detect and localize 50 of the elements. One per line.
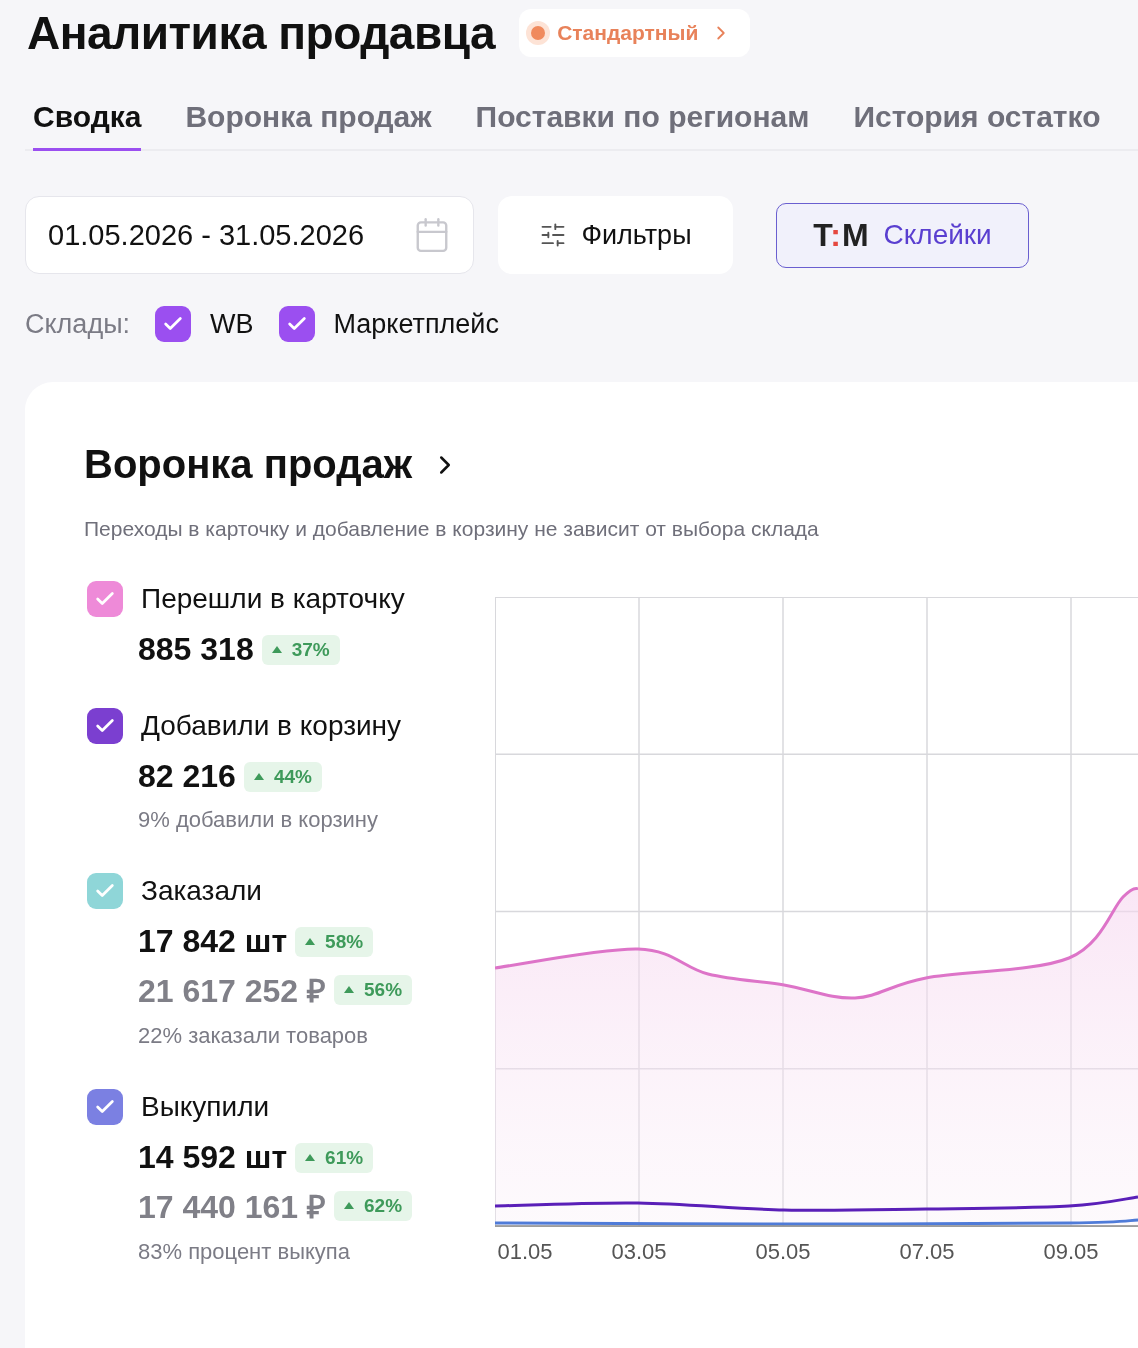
metric-value: 21 617 252 ₽ <box>138 972 327 1011</box>
up-triangle-icon <box>344 1202 355 1209</box>
axis-label: 05.05 <box>755 1239 811 1264</box>
axis-label: 01.05 <box>497 1239 553 1264</box>
metric-note: 22% заказали товаров <box>137 1023 370 1049</box>
checkbox[interactable] <box>87 873 123 909</box>
tab[interactable]: Поставки по регионам <box>475 100 810 151</box>
date-range-field[interactable]: 01.05.2026 - 31.05.2026 <box>25 196 474 274</box>
change-badge: 58% <box>295 926 374 957</box>
metric-label: Выкупили <box>141 1091 270 1123</box>
tab[interactable]: Сводка <box>33 100 142 151</box>
tab[interactable]: Воронка продаж <box>185 100 432 151</box>
checkbox[interactable] <box>87 1089 123 1125</box>
axis-label: 07.05 <box>899 1239 955 1264</box>
metric-label: Перешли в карточку <box>141 583 405 615</box>
filters-button[interactable]: Фильтры <box>498 196 733 274</box>
change-badge: 62% <box>334 1190 413 1221</box>
checkbox[interactable] <box>87 708 123 744</box>
card-subtitle: Переходы в карточку и добавление в корзину не зависит от выбора склада <box>84 517 820 541</box>
up-triangle-icon <box>344 986 355 993</box>
metric-value: 14 592 шт <box>138 1139 288 1176</box>
metric-note: 9% добавили в корзину <box>137 807 379 833</box>
up-triangle-icon <box>271 646 282 653</box>
warehouses-label: Склады: <box>25 308 131 340</box>
logo: T:M <box>813 216 870 254</box>
metric-value: 885 318 <box>138 631 254 668</box>
up-triangle-icon <box>305 1154 316 1161</box>
change-badge: 56% <box>334 974 413 1005</box>
metric-note: 83% процент выкупа <box>137 1239 351 1265</box>
page-title: Аналитика продавца <box>26 6 496 60</box>
metric-value: 17 440 161 ₽ <box>138 1188 327 1227</box>
metric-value: 82 216 <box>138 758 236 795</box>
metric-label: Заказали <box>141 875 262 907</box>
bundles-button[interactable]: T:M Склейки <box>776 202 1029 268</box>
checkbox[interactable] <box>278 306 315 342</box>
card-title: Воронка продаж <box>84 442 413 487</box>
warehouse-checkbox[interactable]: Маркетплейс <box>278 306 499 342</box>
tab[interactable]: История остатко <box>853 100 1101 151</box>
metric-label: Добавили в корзину <box>141 710 402 742</box>
change-badge: 37% <box>261 634 340 665</box>
warehouse-checkbox[interactable]: WB <box>155 306 254 342</box>
axis-label: 09.05 <box>1043 1239 1099 1264</box>
metric-value: 17 842 шт <box>138 923 288 960</box>
change-badge: 61% <box>295 1142 374 1173</box>
axis-label: 03.05 <box>611 1239 667 1264</box>
checkbox[interactable] <box>87 581 123 617</box>
up-triangle-icon <box>305 938 316 945</box>
checkbox[interactable] <box>155 306 192 342</box>
change-badge: 44% <box>243 761 322 792</box>
up-triangle-icon <box>253 773 264 780</box>
